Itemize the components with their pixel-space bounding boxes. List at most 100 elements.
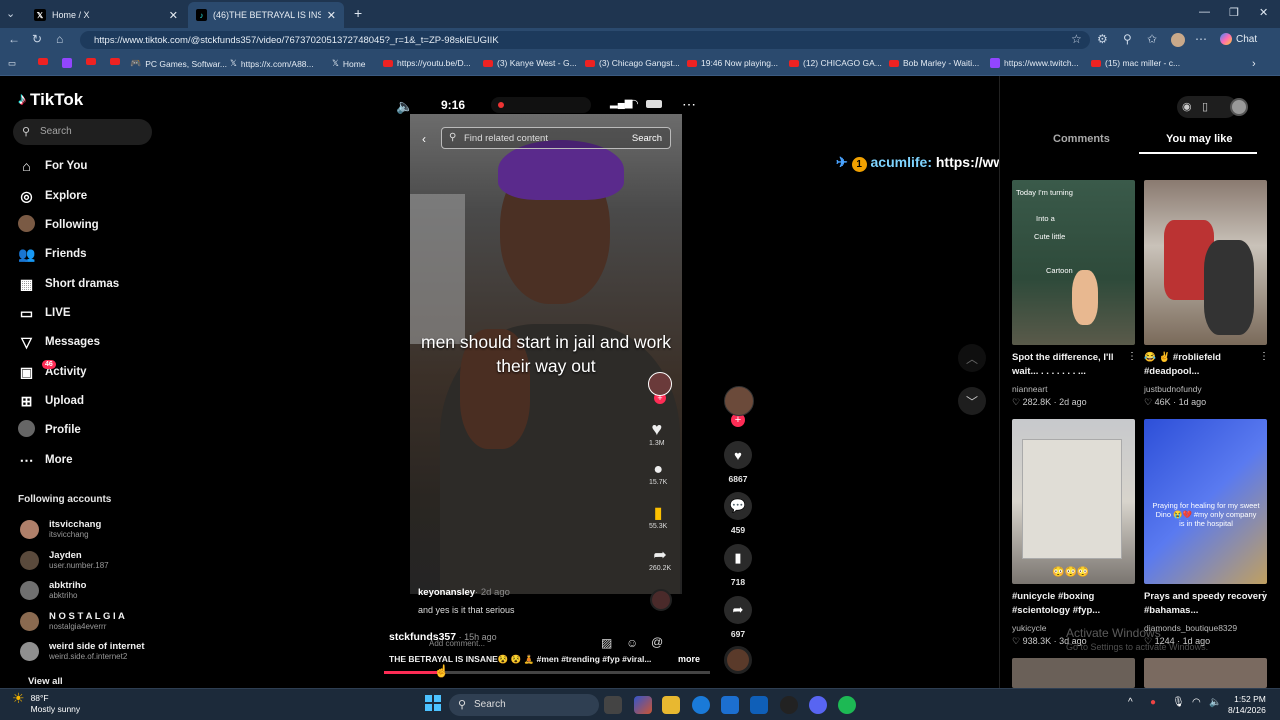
tab-comments[interactable]: Comments	[1053, 133, 1110, 145]
minimize-icon[interactable]: —	[1199, 6, 1210, 18]
suggested-video-thumbnail[interactable]	[1144, 658, 1267, 688]
bookmark-item[interactable]: Bob Marley - Waiti...	[889, 58, 979, 68]
music-disc[interactable]	[724, 646, 752, 679]
back-icon[interactable]: ←	[8, 32, 20, 46]
taskbar-search[interactable]: ⚲ Search	[449, 694, 599, 716]
nav-explore[interactable]: ◎ Explore	[18, 186, 87, 206]
favorite-star-icon[interactable]: ☆	[1071, 32, 1082, 46]
nav-upload[interactable]: ⊞ Upload	[18, 391, 84, 411]
nav-following[interactable]: Following	[18, 215, 99, 235]
tab-actions-icon[interactable]: ⌄	[6, 7, 15, 20]
image-icon[interactable]: ▨	[601, 636, 612, 650]
file-explorer-icon[interactable]	[662, 696, 680, 714]
next-video-button[interactable]: ﹀	[958, 387, 986, 415]
bookmark-item[interactable]: https://youtu.be/D...	[383, 58, 471, 68]
discord-icon[interactable]	[809, 696, 827, 714]
tab-you-may-like[interactable]: You may like	[1166, 133, 1232, 145]
wifi-icon[interactable]: ◠	[1192, 697, 1201, 708]
bookmark-item[interactable]: (3) Kanye West - G...	[483, 58, 577, 68]
like-button[interactable]: ♥ 6867	[724, 441, 752, 484]
store-icon[interactable]	[721, 696, 739, 714]
tab-tiktok-video[interactable]: ♪ (46)THE BETRAYAL IS INSANE😵😵 ✕	[188, 2, 344, 28]
creator-avatar-button[interactable]: +	[724, 386, 754, 427]
suggested-video-thumbnail[interactable]: 😳😳😳	[1012, 419, 1135, 584]
bookmark-item[interactable]: 🎮 PC Games, Softwar...	[130, 58, 227, 69]
related-search-bar[interactable]: ‹ ⚲ Find related content Search	[422, 127, 671, 149]
more-link[interactable]: more	[678, 654, 700, 664]
tracking-icon[interactable]: ⚲	[1123, 32, 1132, 46]
close-icon[interactable]: ✕	[327, 9, 336, 22]
bookmark-item[interactable]: (3) Chicago Gangst...	[585, 58, 680, 68]
bookmark-twitch[interactable]	[62, 58, 72, 68]
edge-icon[interactable]	[692, 696, 710, 714]
settings-more-icon[interactable]: ⋯	[1195, 32, 1207, 46]
suggested-video-title[interactable]: 😂 ✌ #robliefeld #deadpool...	[1144, 351, 1269, 379]
back-arrow-icon[interactable]: ‹	[422, 132, 426, 146]
following-account[interactable]: Jayden user.number.187	[20, 550, 109, 570]
following-account[interactable]: N O S T A L G I Anostalgia4everrr	[20, 611, 125, 631]
bookmark-youtube[interactable]	[38, 58, 48, 65]
suggested-video-title[interactable]: Prays and speedy recovery #bahamas...	[1144, 590, 1269, 618]
bookmark-item[interactable]: (15) mac miller - c...	[1091, 58, 1180, 68]
item-more-icon[interactable]: ⋮	[1259, 590, 1269, 601]
previous-video-button[interactable]: ︿	[958, 344, 986, 372]
favorites-icon[interactable]: ✩	[1147, 32, 1157, 46]
nav-messages[interactable]: ▽ Messages	[18, 332, 100, 352]
weather-widget[interactable]: ☀ 88°F Mostly sunny	[12, 691, 80, 715]
nav-activity[interactable]: ▣ 46 Activity	[18, 359, 87, 382]
more-options-icon[interactable]: ⋯	[682, 96, 696, 113]
suggested-video-user[interactable]: nianneart	[1012, 384, 1047, 394]
bookmark-item[interactable]: https://www.twitch...	[990, 58, 1079, 68]
microphone-icon[interactable]: 🎙	[1172, 697, 1185, 708]
comment-button[interactable]: 💬 459	[724, 492, 752, 535]
bookmark-item[interactable]: 𝕏 Home	[332, 58, 366, 69]
tray-chevron-icon[interactable]: ^	[1128, 697, 1133, 708]
copilot-chat-button[interactable]: Chat	[1220, 33, 1257, 45]
volume-icon[interactable]: 🔈	[396, 98, 413, 115]
url-field[interactable]: https://www.tiktok.com/@stckfunds357/vid…	[80, 31, 1090, 49]
profile-avatar[interactable]	[1171, 33, 1185, 47]
suggested-video-thumbnail[interactable]: Today I'm turning Into a Cute little Car…	[1012, 180, 1135, 345]
spotify-icon[interactable]	[838, 696, 856, 714]
related-search-button[interactable]: Search	[632, 133, 662, 144]
save-button[interactable]: ▮ 718	[724, 544, 752, 587]
share-button[interactable]: ➦ 697	[724, 596, 752, 639]
obs-icon[interactable]	[780, 696, 798, 714]
nav-more[interactable]: ⋯ More	[18, 450, 73, 470]
tab-home-x[interactable]: 𝕏 Home / X ✕	[26, 2, 186, 28]
profile-avatar[interactable]	[1230, 98, 1248, 116]
refresh-icon[interactable]: ↻	[32, 32, 42, 46]
suggested-video-user[interactable]: yukicycle	[1012, 623, 1046, 633]
suggested-video-title[interactable]: #unicycle #boxing #scientology #fyp...	[1012, 590, 1137, 618]
mention-icon[interactable]: @	[651, 635, 663, 649]
following-account[interactable]: abktriho abktriho	[20, 580, 86, 600]
item-more-icon[interactable]: ⋮	[1259, 351, 1269, 362]
following-account[interactable]: itsvicchang itsvicchang	[20, 519, 101, 539]
windows-start-icon[interactable]	[425, 695, 441, 711]
nav-short-dramas[interactable]: ▦ Short dramas	[18, 274, 119, 294]
extensions-icon[interactable]: ⚙	[1097, 32, 1108, 46]
nav-profile[interactable]: Profile	[18, 420, 81, 440]
bookmark-youtube[interactable]	[110, 58, 120, 65]
bookmark-item[interactable]: 𝕏https://x.com/A88...	[230, 58, 314, 69]
tray-app-icon[interactable]: ●	[1150, 697, 1156, 708]
chevron-right-icon[interactable]: ›	[1252, 58, 1256, 70]
taskbar-clock[interactable]: 1:52 PM 8/14/2026	[1228, 694, 1266, 716]
new-tab-icon[interactable]: +	[354, 5, 362, 21]
outlook-icon[interactable]	[750, 696, 768, 714]
speaker-icon[interactable]: 🔈	[1209, 697, 1221, 708]
following-account[interactable]: weird side of internet weird.side.of.inte…	[20, 641, 145, 661]
search-input[interactable]: ⚲ Search	[13, 119, 152, 145]
restore-icon[interactable]: ❐	[1229, 6, 1239, 19]
suggested-video-thumbnail[interactable]	[1144, 180, 1267, 345]
nav-friends[interactable]: 👥 Friends	[18, 244, 87, 264]
tiktok-logo[interactable]: ♪ TikTok	[18, 90, 83, 110]
suggested-video-thumbnail[interactable]: Praying for healing for my sweet Dino 😭💔…	[1144, 419, 1267, 584]
view-all-link[interactable]: View all	[28, 676, 63, 687]
copilot-app-icon[interactable]	[634, 696, 652, 714]
bookmark-item[interactable]: (12) CHICAGO GA...	[789, 58, 882, 68]
bookmark-youtube[interactable]	[86, 58, 96, 65]
item-more-icon[interactable]: ⋮	[1127, 351, 1137, 362]
suggested-video-user[interactable]: justbudnofundy	[1144, 384, 1202, 394]
emoji-icon[interactable]: ☺	[626, 636, 638, 650]
